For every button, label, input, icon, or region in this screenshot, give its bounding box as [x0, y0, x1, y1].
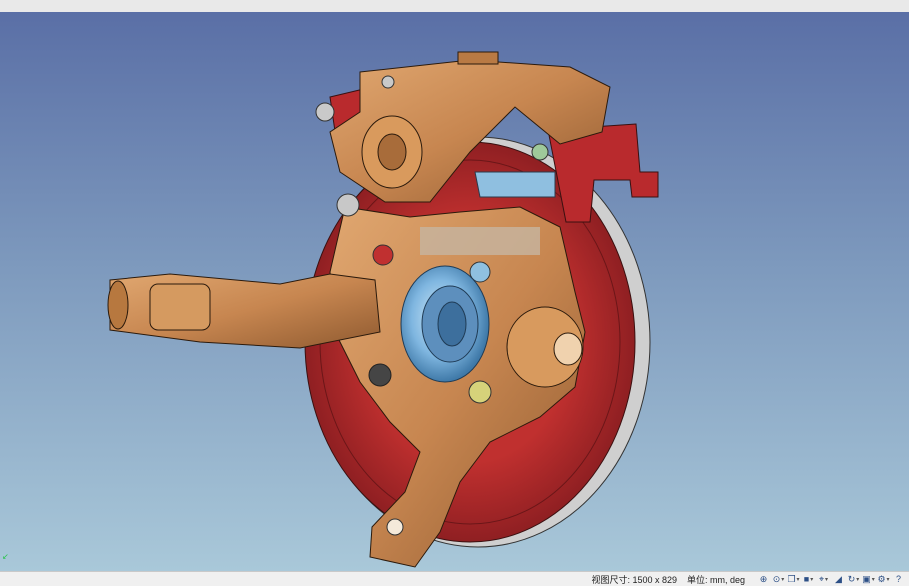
view-toolbar: ⊕ ⊙ ▾ ❒ ▾ ■ ▾ ⌖ ▾ ◢ ↻ ▾ ▣ ▾ ⚙ ▾ ?	[755, 573, 905, 585]
view-cube-icon[interactable]: ❒ ▾	[787, 573, 800, 585]
zoom-fit-icon[interactable]: ⊕	[757, 573, 770, 585]
brake-assembly-model[interactable]	[0, 12, 909, 571]
view-size-readout: 视图尺寸: 1500 x 829	[591, 574, 677, 585]
blurred-label	[420, 227, 540, 255]
layout-icon[interactable]: ▣ ▾	[862, 573, 875, 585]
display-mode-icon[interactable]: ■ ▾	[802, 573, 815, 585]
section-icon[interactable]: ⌖ ▾	[817, 573, 830, 585]
settings-icon[interactable]: ⚙ ▾	[877, 573, 890, 585]
steering-arm[interactable]	[107, 273, 381, 349]
measure-icon[interactable]: ◢	[832, 573, 845, 585]
status-bar: 视图尺寸: 1500 x 829 单位: mm, deg ⊕ ⊙ ▾ ❒ ▾ ■ ▾ …	[0, 571, 909, 586]
units-readout: 单位: mm, deg	[686, 574, 745, 585]
help-icon[interactable]: ?	[892, 573, 905, 585]
3d-viewport[interactable]: ↙	[0, 12, 909, 571]
hub-bearing[interactable]	[400, 265, 490, 383]
rotate-icon[interactable]: ↻ ▾	[847, 573, 860, 585]
axis-triad-icon: ↙	[2, 552, 9, 561]
zoom-window-icon[interactable]: ⊙ ▾	[772, 573, 785, 585]
